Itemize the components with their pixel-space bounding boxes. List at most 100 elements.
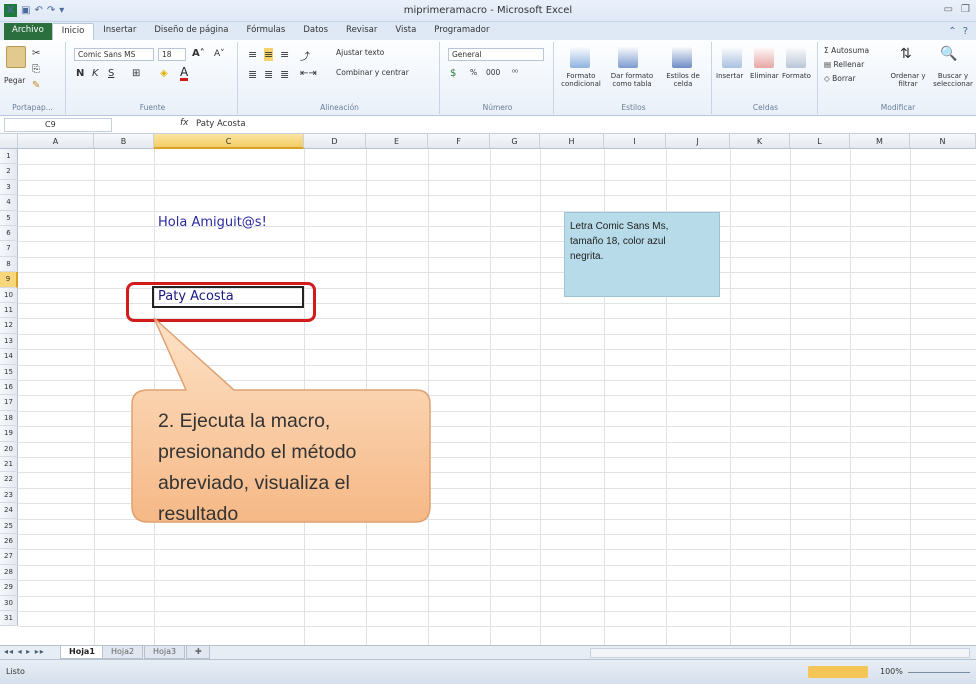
column-header[interactable]: N <box>910 134 976 149</box>
format-button[interactable]: Formato <box>782 72 811 80</box>
underline-button[interactable]: S <box>108 68 114 79</box>
clear-button[interactable]: ◇ Borrar <box>824 74 856 83</box>
borders-icon[interactable]: ⊞ <box>132 68 140 79</box>
row-header[interactable]: 17 <box>0 395 18 411</box>
formula-input[interactable]: Paty Acosta <box>196 119 246 129</box>
column-header[interactable]: M <box>850 134 910 149</box>
row-header[interactable]: 28 <box>0 564 18 581</box>
conditional-format-icon[interactable] <box>570 46 590 68</box>
row-header[interactable]: 5 <box>0 210 18 226</box>
help-icon[interactable]: ? <box>963 26 968 37</box>
tab-insert[interactable]: Insertar <box>94 23 145 40</box>
delete-button[interactable]: Eliminar <box>750 72 779 80</box>
format-as-table-button[interactable]: Dar formato como tabla <box>606 72 658 88</box>
orientation-icon[interactable]: ⤴ <box>300 48 310 63</box>
delete-cells-icon[interactable] <box>754 46 774 68</box>
row-header[interactable]: 26 <box>0 534 18 550</box>
row-header[interactable]: 6 <box>0 226 18 242</box>
insert-cells-icon[interactable] <box>722 46 742 68</box>
align-middle-icon[interactable]: ≡ <box>264 48 274 61</box>
sheet-tab-hoja2[interactable]: Hoja2 <box>102 646 144 659</box>
insert-function-icon[interactable]: fx <box>180 118 189 128</box>
align-left-icon[interactable]: ≣ <box>248 68 257 81</box>
format-painter-icon[interactable]: ✎ <box>32 80 40 91</box>
row-header[interactable]: 27 <box>0 549 18 565</box>
tab-view[interactable]: Vista <box>386 23 425 40</box>
cell-styles-icon[interactable] <box>672 46 692 68</box>
font-size-select[interactable]: 18 <box>158 48 186 61</box>
row-header[interactable]: 30 <box>0 595 18 611</box>
row-header[interactable]: 25 <box>0 518 18 534</box>
sheet-tab-hoja1[interactable]: Hoja1 <box>60 646 104 659</box>
zoom-slider[interactable] <box>908 672 970 673</box>
align-top-icon[interactable]: ≡ <box>248 48 257 61</box>
row-header[interactable]: 10 <box>0 287 18 303</box>
italic-button[interactable]: K <box>92 68 99 79</box>
wrap-text-button[interactable]: Ajustar texto <box>336 48 384 57</box>
row-header[interactable]: 20 <box>0 441 18 457</box>
row-header[interactable]: 8 <box>0 256 18 273</box>
row-header[interactable]: 18 <box>0 410 18 427</box>
column-header[interactable]: J <box>666 134 730 149</box>
cut-icon[interactable]: ✂ <box>32 48 40 59</box>
grow-font-icon[interactable]: A˄ <box>192 48 205 59</box>
fill-button[interactable]: ▤ Rellenar <box>824 60 864 69</box>
row-header[interactable]: 21 <box>0 457 18 473</box>
currency-icon[interactable]: $ <box>450 68 456 79</box>
minimize-icon[interactable]: ▭ <box>944 4 953 15</box>
format-cells-icon[interactable] <box>786 46 806 68</box>
restore-icon[interactable]: ❐ <box>961 4 970 15</box>
font-name-select[interactable]: Comic Sans MS <box>74 48 154 61</box>
find-select-button[interactable]: Buscar y seleccionar <box>930 72 976 88</box>
row-header[interactable]: 2 <box>0 164 18 180</box>
align-center-icon[interactable]: ≣ <box>264 68 273 81</box>
sheet-tab-hoja3[interactable]: Hoja3 <box>144 646 186 659</box>
row-header[interactable]: 7 <box>0 241 18 257</box>
indent-icon[interactable]: ⇤⇥ <box>300 68 317 79</box>
decimal-icon[interactable]: ⁰⁰ <box>512 68 518 77</box>
name-box[interactable]: C9 <box>4 118 112 132</box>
paste-button[interactable]: Pegar <box>4 76 25 85</box>
align-right-icon[interactable]: ≣ <box>280 68 289 81</box>
sheet-nav-icon[interactable]: ◂◂ ◂ ▸ ▸▸ <box>4 647 45 656</box>
row-header[interactable]: 14 <box>0 349 18 365</box>
font-color-icon[interactable]: A <box>180 66 189 81</box>
horizontal-scrollbar[interactable] <box>590 648 970 658</box>
insert-sheet-icon[interactable]: ✚ <box>186 646 210 659</box>
bold-button[interactable]: N <box>76 68 84 79</box>
column-header[interactable]: G <box>490 134 540 149</box>
column-header[interactable]: I <box>604 134 666 149</box>
row-header[interactable]: 19 <box>0 426 18 442</box>
tab-formulas[interactable]: Fórmulas <box>238 23 295 40</box>
percent-button[interactable]: % <box>470 68 477 77</box>
format-table-icon[interactable] <box>618 46 638 68</box>
row-header[interactable]: 31 <box>0 611 18 627</box>
shrink-font-icon[interactable]: A˅ <box>214 49 225 59</box>
row-header[interactable]: 12 <box>0 318 18 334</box>
row-header[interactable]: 15 <box>0 364 18 380</box>
zoom-level[interactable]: 100% <box>880 667 903 676</box>
tab-review[interactable]: Revisar <box>337 23 386 40</box>
fill-color-icon[interactable]: ◈ <box>160 68 168 79</box>
row-header[interactable]: 29 <box>0 580 18 596</box>
cell-c4-greeting[interactable]: Hola Amiguit@s! <box>158 215 267 230</box>
worksheet-grid[interactable]: A B C D E F G H I J K L M N 1 2 3 4 5 6 7 8 9 10 1… <box>0 134 976 645</box>
column-header[interactable]: E <box>366 134 428 149</box>
row-header[interactable]: 13 <box>0 333 18 350</box>
conditional-format-button[interactable]: Formato condicional <box>558 72 604 88</box>
column-header[interactable]: F <box>428 134 490 149</box>
column-header-selected[interactable]: C <box>154 134 304 149</box>
select-all-corner[interactable] <box>0 134 18 149</box>
row-header[interactable]: 16 <box>0 380 18 396</box>
align-bottom-icon[interactable]: ≡ <box>280 48 289 61</box>
insert-button[interactable]: Insertar <box>716 72 743 80</box>
column-header[interactable]: H <box>540 134 604 149</box>
merge-center-button[interactable]: Combinar y centrar <box>336 68 409 77</box>
row-header[interactable]: 23 <box>0 487 18 504</box>
tab-file[interactable]: Archivo <box>4 23 52 40</box>
column-header[interactable]: A <box>18 134 94 149</box>
row-header[interactable]: 24 <box>0 503 18 519</box>
row-header[interactable]: 11 <box>0 303 18 319</box>
tab-developer[interactable]: Programador <box>425 23 498 40</box>
column-header[interactable]: D <box>304 134 366 149</box>
